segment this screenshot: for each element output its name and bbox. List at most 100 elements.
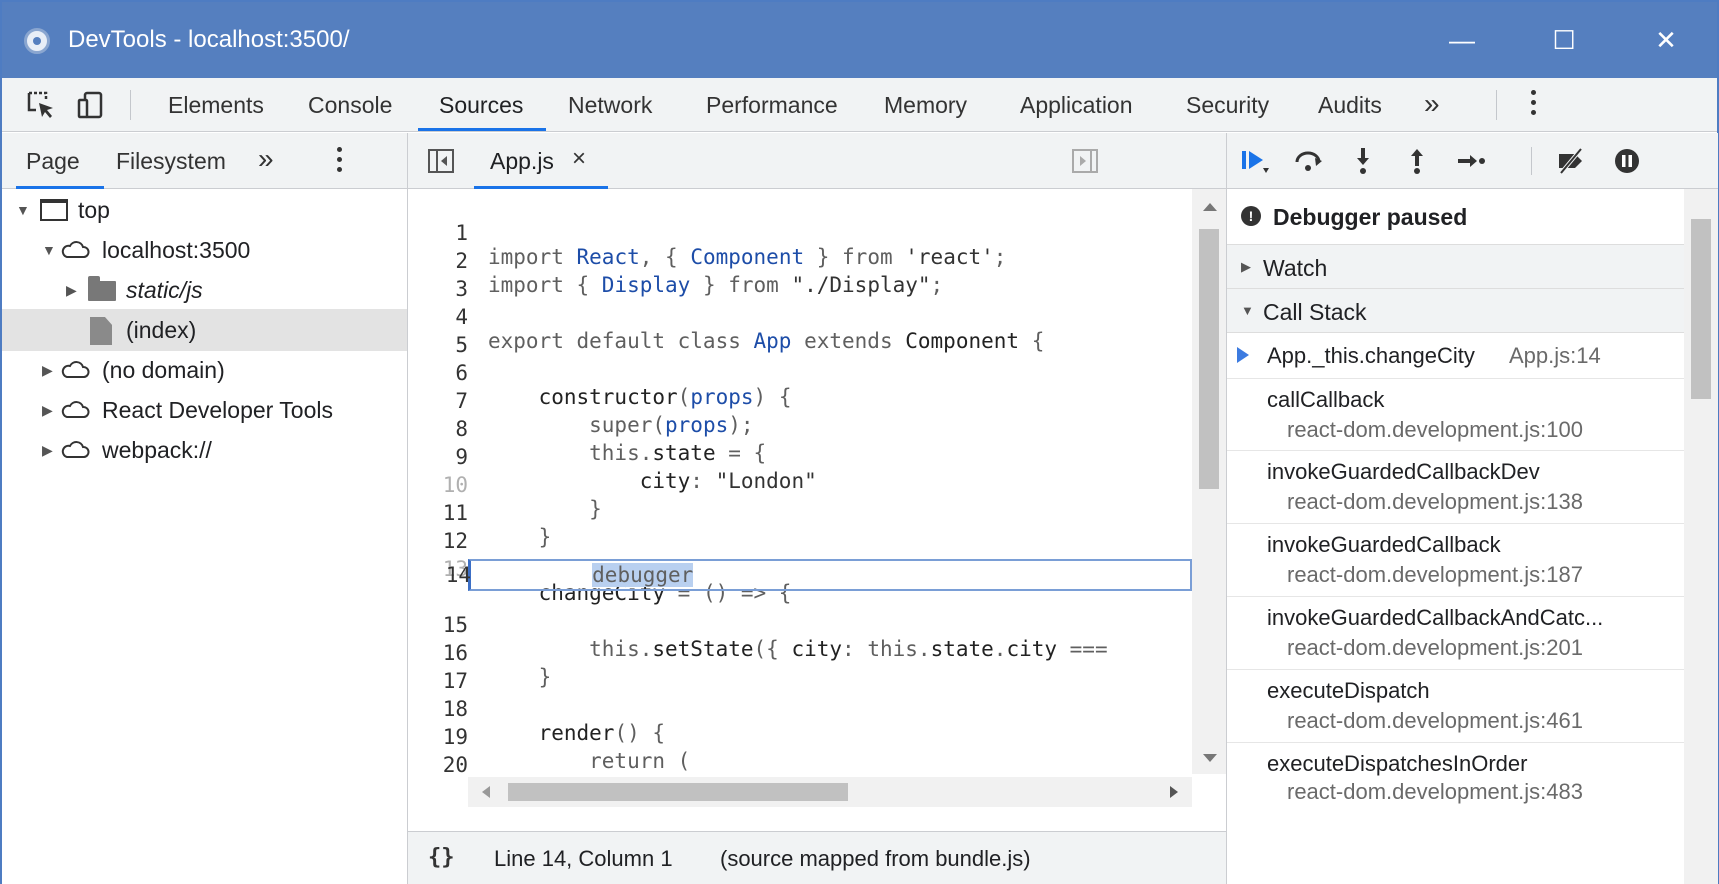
collapsed-triangle-icon: ▶ <box>1241 259 1251 274</box>
more-tabs-button[interactable]: » <box>258 143 274 175</box>
collapsed-triangle-icon[interactable]: ▶ <box>42 402 53 419</box>
tab-performance[interactable]: Performance <box>706 92 838 119</box>
tab-console[interactable]: Console <box>308 92 392 119</box>
toggle-debugger-icon[interactable] <box>1072 149 1098 173</box>
navigator-menu-icon[interactable] <box>336 147 342 172</box>
deactivate-breakpoints-icon[interactable] <box>1555 146 1587 176</box>
tab-sources[interactable]: Sources <box>439 92 523 119</box>
expanded-triangle-icon[interactable]: ▼ <box>16 202 30 218</box>
expanded-triangle-icon: ▼ <box>1241 303 1254 318</box>
more-tabs-button[interactable]: » <box>1424 88 1440 120</box>
code-line: 16 } <box>442 641 552 689</box>
step-out-icon[interactable] <box>1401 146 1433 176</box>
step-into-icon[interactable] <box>1347 146 1379 176</box>
code-line: 6 constructor(props) { <box>455 361 792 409</box>
tree-item-label: (no domain) <box>102 357 225 383</box>
code-line: 9 city: "London" <box>455 445 817 493</box>
call-frame[interactable]: invokeGuardedCallback react-dom.developm… <box>1227 524 1684 597</box>
toolbar-divider <box>1496 90 1497 120</box>
pause-on-exceptions-icon[interactable] <box>1611 146 1643 176</box>
collapsed-triangle-icon[interactable]: ▶ <box>66 282 77 299</box>
call-frame[interactable]: executeDispatch react-dom.development.js… <box>1227 670 1684 743</box>
tree-item-label: static/js <box>126 277 203 303</box>
call-stack-section-header[interactable]: ▼ Call Stack <box>1227 289 1684 333</box>
tree-item-label: localhost:3500 <box>102 237 251 263</box>
scroll-up-icon[interactable] <box>1203 203 1217 211</box>
tab-filesystem[interactable]: Filesystem <box>116 148 226 175</box>
title-bar: DevTools - localhost:3500/ — ☐ ✕ <box>2 2 1717 78</box>
editor-horizontal-scrollbar[interactable] <box>468 777 1192 807</box>
tree-item-no-domain[interactable]: ▶ (no domain) <box>2 349 407 391</box>
tree-item-react-devtools[interactable]: ▶ React Developer Tools <box>2 389 407 431</box>
inspect-element-icon[interactable] <box>26 90 56 120</box>
collapsed-triangle-icon[interactable]: ▶ <box>42 362 53 379</box>
sidebar-scrollbar[interactable] <box>1684 189 1718 884</box>
device-toolbar-icon[interactable] <box>76 90 106 120</box>
minimize-button[interactable]: — <box>1432 16 1492 64</box>
source-editor: App.js × 1 import React, { Component } f… <box>408 133 1226 884</box>
scroll-right-icon[interactable] <box>1170 786 1178 798</box>
tree-item-static-js[interactable]: ▶ static/js <box>2 269 407 311</box>
toolbar-divider <box>1531 147 1532 175</box>
maximize-button[interactable]: ☐ <box>1534 16 1594 64</box>
code-line: 19 return ( <box>442 725 691 773</box>
cloud-icon <box>61 441 90 458</box>
editor-tab-bar: App.js × <box>408 133 1226 189</box>
code-line: 4 export default class App extends Compo… <box>455 305 1045 353</box>
code-line: 20 <box>442 753 468 777</box>
scrollbar-thumb[interactable] <box>1691 219 1711 399</box>
cloud-icon <box>61 401 90 418</box>
tree-item-webpack[interactable]: ▶ webpack:// <box>2 429 407 471</box>
tab-security[interactable]: Security <box>1186 92 1269 119</box>
customize-menu-icon[interactable] <box>1530 90 1536 115</box>
debugger-sidebar: ! Debugger paused ▶ Watch ▼ Call Stack A… <box>1226 133 1718 884</box>
close-button[interactable]: ✕ <box>1636 16 1696 64</box>
tree-item-index[interactable]: (index) <box>2 309 407 351</box>
tree-item-top[interactable]: ▼ top <box>2 189 407 231</box>
call-frame[interactable]: invokeGuardedCallbackDev react-dom.devel… <box>1227 451 1684 524</box>
watch-section-header[interactable]: ▶ Watch <box>1227 245 1684 289</box>
editor-vertical-scrollbar[interactable] <box>1192 189 1226 774</box>
frame-icon <box>40 199 68 221</box>
tree-item-localhost[interactable]: ▼ localhost:3500 <box>2 229 407 271</box>
scroll-left-icon[interactable] <box>482 786 490 798</box>
resume-icon[interactable] <box>1239 146 1271 176</box>
scroll-down-icon[interactable] <box>1203 754 1217 762</box>
code-line: 18 render() { <box>442 697 666 745</box>
scrollbar-thumb[interactable] <box>508 783 848 801</box>
main-tab-bar: Elements Console Sources Network Perform… <box>2 78 1717 132</box>
call-frame[interactable]: callCallback react-dom.development.js:10… <box>1227 379 1684 451</box>
close-tab-icon[interactable]: × <box>572 145 586 173</box>
code-line: 1 import React, { Component } from 'reac… <box>455 221 1007 269</box>
tab-audits[interactable]: Audits <box>1318 92 1382 119</box>
debugger-paused-banner: ! Debugger paused <box>1227 189 1684 245</box>
cursor-position: Line 14, Column 1 <box>494 846 673 871</box>
tab-memory[interactable]: Memory <box>884 92 967 119</box>
tree-item-label: React Developer Tools <box>102 397 333 423</box>
toggle-navigator-icon[interactable] <box>428 149 454 173</box>
expanded-triangle-icon[interactable]: ▼ <box>42 242 56 258</box>
call-frame-current[interactable]: App._this.changeCity App.js:14 <box>1227 333 1684 379</box>
collapsed-triangle-icon[interactable]: ▶ <box>42 442 53 459</box>
devtools-window: DevTools - localhost:3500/ — ☐ ✕ Element… <box>0 0 1719 884</box>
tree-item-label: (index) <box>126 317 197 343</box>
tab-page[interactable]: Page <box>26 148 80 175</box>
source-map-info[interactable]: (source mapped from bundle.js) <box>720 846 1031 872</box>
pretty-print-button[interactable]: {} <box>428 845 455 870</box>
call-frame[interactable]: executeDispatchesInOrder react-dom.devel… <box>1227 743 1684 813</box>
cloud-icon <box>61 241 90 258</box>
call-frame[interactable]: invokeGuardedCallbackAndCatc... react-do… <box>1227 597 1684 670</box>
code-line: 12 <box>442 529 468 553</box>
chrome-icon <box>24 28 50 54</box>
code-line: 15 this.setState({ city: this.state.city… <box>442 613 1108 661</box>
code-line: 10 } <box>442 473 602 521</box>
window-title: DevTools - localhost:3500/ <box>68 26 350 53</box>
editor-tab-app-js[interactable]: App.js <box>490 148 554 175</box>
tab-application[interactable]: Application <box>1020 92 1133 119</box>
step-icon[interactable] <box>1455 146 1487 176</box>
tab-network[interactable]: Network <box>568 92 652 119</box>
tab-elements[interactable]: Elements <box>168 92 264 119</box>
scrollbar-thumb[interactable] <box>1199 229 1219 489</box>
code-area[interactable]: 1 import React, { Component } from 'reac… <box>408 189 1192 809</box>
step-over-icon[interactable] <box>1293 146 1325 176</box>
